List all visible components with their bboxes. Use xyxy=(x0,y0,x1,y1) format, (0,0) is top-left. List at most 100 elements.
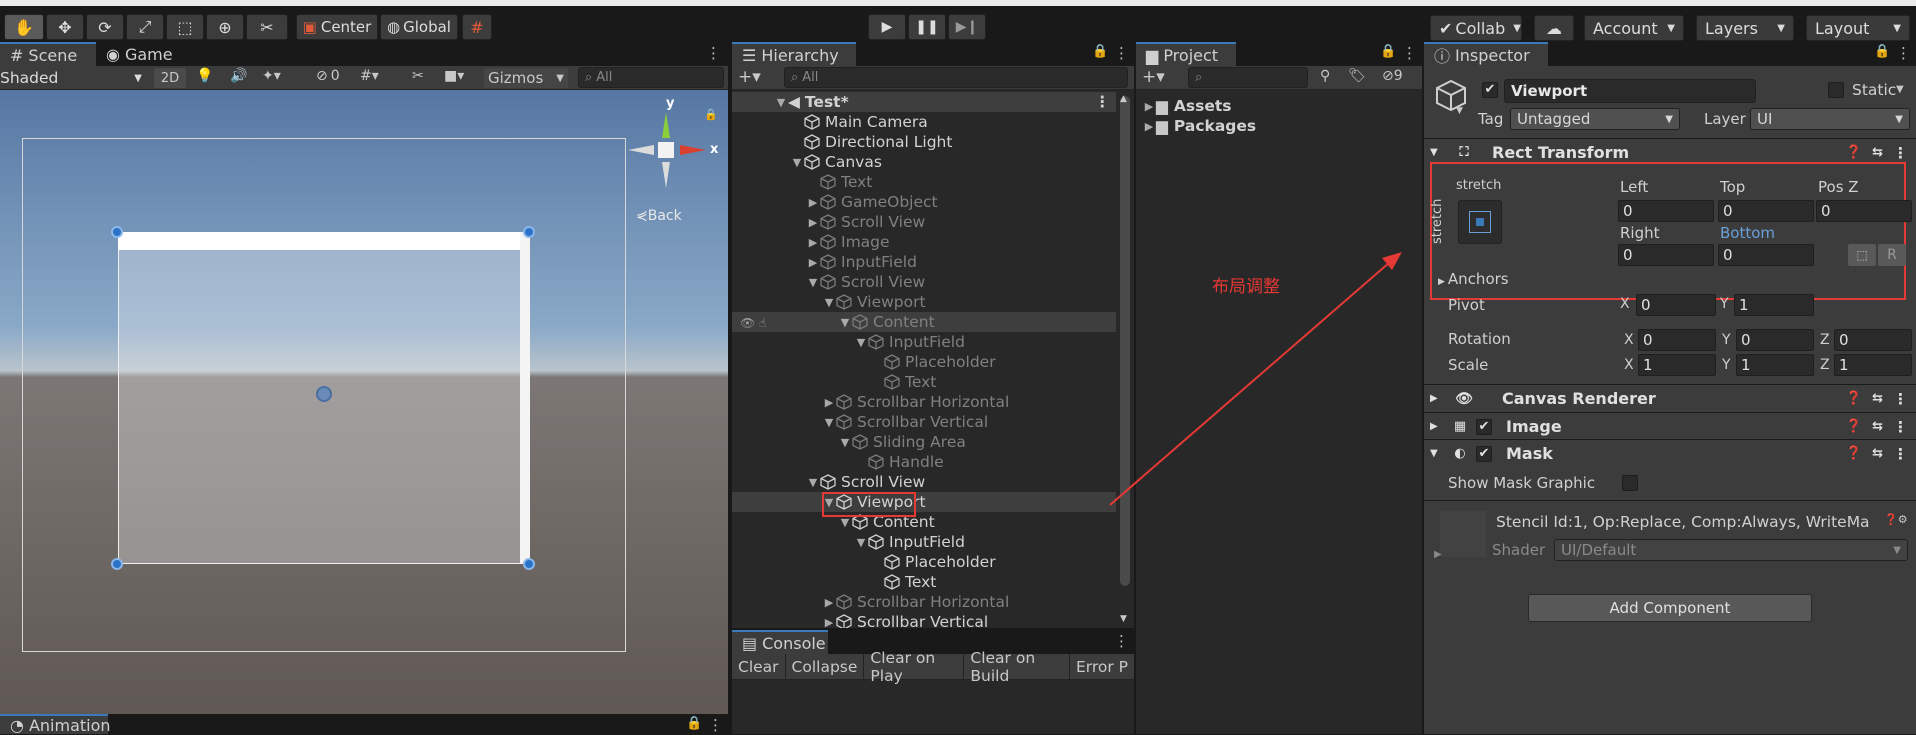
label-icon[interactable]: 🏷 xyxy=(1348,68,1366,84)
chevron-down-icon[interactable]: ▼ xyxy=(1456,106,1463,116)
more-options-icon[interactable]: ⋮ xyxy=(706,44,721,62)
hierarchy-item[interactable]: ▼ Scroll View xyxy=(732,272,1116,292)
hierarchy-item[interactable]: ▼ Canvas xyxy=(732,152,1116,172)
expand-arrow-icon[interactable]: ▼ xyxy=(822,416,836,429)
anchor-handle-top-right[interactable] xyxy=(523,226,535,238)
cloud-button[interactable]: ☁ xyxy=(1534,15,1574,41)
hierarchy-item[interactable]: ▼ Viewport xyxy=(732,292,1116,312)
raw-edit-button[interactable]: R xyxy=(1878,244,1906,266)
tag-dropdown[interactable]: Untagged ▼ xyxy=(1510,108,1680,130)
step-button[interactable]: ▶❙ xyxy=(948,14,986,40)
hierarchy-item[interactable]: Handle xyxy=(732,452,1116,472)
more-options-icon[interactable]: ⋮ xyxy=(1893,418,1908,436)
hierarchy-item[interactable]: Placeholder xyxy=(732,352,1116,372)
lighting-icon[interactable]: 💡 xyxy=(196,68,213,84)
hierarchy-scrollbar[interactable] xyxy=(1120,96,1130,586)
anchors-foldout[interactable]: ▶ Anchors xyxy=(1438,270,1509,288)
custom-tool-icon[interactable]: ✂ xyxy=(246,14,288,40)
clear-button[interactable]: Clear xyxy=(732,654,786,679)
pivot-y-input[interactable]: 1 xyxy=(1734,294,1814,316)
expand-arrow-icon[interactable]: ▼ xyxy=(838,316,852,329)
pause-button[interactable]: ❚❚ xyxy=(908,14,946,40)
add-component-button[interactable]: Add Component xyxy=(1528,594,1812,622)
scale-x-input[interactable]: 1 xyxy=(1638,354,1716,376)
expand-arrow-icon[interactable]: ▼ xyxy=(806,476,820,489)
expand-arrow-icon[interactable]: ▶ xyxy=(806,216,820,229)
audio-icon[interactable]: 🔊 xyxy=(230,68,247,84)
transform-tool-icon[interactable]: ⊕ xyxy=(206,14,244,40)
expand-arrow-icon[interactable]: ▶ xyxy=(806,196,820,209)
pivot-x-input[interactable]: 0 xyxy=(1636,294,1716,316)
preset-icon[interactable]: ⇆ xyxy=(1872,446,1883,461)
help-icon[interactable]: ❓ xyxy=(1846,391,1862,406)
hierarchy-item[interactable]: ▼ Viewport xyxy=(732,492,1116,512)
preset-icon[interactable]: ⇆ xyxy=(1872,391,1883,406)
static-checkbox[interactable] xyxy=(1828,82,1844,98)
draw-mode-dropdown[interactable]: Shaded ▼ xyxy=(0,68,146,88)
expand-arrow-icon[interactable]: ▼ xyxy=(806,276,820,289)
expand-arrow-icon[interactable]: ▶ xyxy=(806,256,820,269)
rect-tool-icon[interactable]: ⬚ xyxy=(166,14,204,40)
grid-snap-icon[interactable]: # xyxy=(462,14,492,40)
canvas-renderer-header[interactable]: ▶ 👁 Canvas Renderer ❓ ⇆ ⋮ xyxy=(1424,384,1916,412)
hierarchy-item[interactable]: Directional Light xyxy=(732,132,1116,152)
hierarchy-item[interactable]: ▼ Content xyxy=(732,512,1116,532)
clear-on-play-button[interactable]: Clear on Play xyxy=(864,649,965,685)
left-input[interactable]: 0 xyxy=(1618,200,1714,222)
rotate-tool-icon[interactable]: ⟳ xyxy=(86,14,124,40)
scene-viewport[interactable]: y x 🔒 ⋞Back xyxy=(0,90,728,714)
hierarchy-item[interactable]: Text xyxy=(732,172,1116,192)
hierarchy-search-input[interactable]: ⌕ All xyxy=(784,67,1128,88)
right-input[interactable]: 0 xyxy=(1618,244,1714,266)
more-options-icon[interactable]: ⋮ xyxy=(1402,44,1417,62)
folder-assets[interactable]: ▶ ▆ Assets xyxy=(1136,96,1422,116)
pivot-handle[interactable] xyxy=(316,386,332,402)
hierarchy-item[interactable]: ▶ Scroll View xyxy=(732,212,1116,232)
visibility-eye-icon[interactable]: 👁 ☝ xyxy=(740,316,766,330)
error-pause-button[interactable]: Error P xyxy=(1070,654,1134,679)
anchor-preset-button[interactable] xyxy=(1458,200,1502,244)
expand-arrow-icon[interactable]: ▶ xyxy=(822,616,836,629)
more-options-icon[interactable]: ⋮ xyxy=(1114,632,1129,650)
project-search-input[interactable]: ⌕ xyxy=(1188,67,1308,88)
hierarchy-item[interactable]: ▶ Scrollbar Vertical xyxy=(732,612,1116,628)
layout-dropdown[interactable]: Layout ▼ xyxy=(1806,15,1910,41)
object-name-input[interactable]: Viewport xyxy=(1504,79,1756,103)
hierarchy-item[interactable]: ▼ InputField xyxy=(732,332,1116,352)
collapse-button[interactable]: Collapse xyxy=(786,654,865,679)
hierarchy-item[interactable]: ▶ GameObject xyxy=(732,192,1116,212)
expand-arrow-icon[interactable]: ▼ xyxy=(838,516,852,529)
lock-icon[interactable]: 🔒 xyxy=(1874,44,1890,59)
collab-dropdown[interactable]: ✔ Collab ▼ xyxy=(1430,15,1522,41)
hierarchy-item[interactable]: ▶ Image xyxy=(732,232,1116,252)
preset-icon[interactable]: ⇆ xyxy=(1872,419,1883,434)
layers-dropdown[interactable]: Layers ▼ xyxy=(1696,15,1794,41)
create-button[interactable]: +▾ xyxy=(738,67,761,87)
space-toggle-button[interactable]: ◍ Global xyxy=(380,14,458,40)
bottom-input[interactable]: 0 xyxy=(1718,244,1814,266)
mask-header[interactable]: ▼ ◐ ✔ Mask ❓ ⇆ ⋮ xyxy=(1424,439,1916,467)
scale-tool-icon[interactable]: ⤢ xyxy=(126,14,164,40)
active-checkbox[interactable]: ✔ xyxy=(1482,82,1498,98)
image-enabled-checkbox[interactable]: ✔ xyxy=(1476,418,1492,435)
expand-arrow-icon[interactable]: ▶ xyxy=(1434,549,1442,560)
scroll-up-icon[interactable]: ▲ xyxy=(1120,94,1127,104)
expand-arrow-icon[interactable]: ▼ xyxy=(790,156,804,169)
2d-toggle-button[interactable]: 2D xyxy=(154,68,186,88)
create-button[interactable]: +▾ xyxy=(1142,67,1165,87)
hierarchy-item[interactable]: ▼ Sliding Area xyxy=(732,432,1116,452)
expand-arrow-icon[interactable]: ▼ xyxy=(854,336,868,349)
camera-icon[interactable]: ■▾ xyxy=(444,68,464,84)
lock-icon[interactable]: 🔒 xyxy=(1092,44,1108,59)
scene-visibility-toggle[interactable]: ⊘ 0 xyxy=(316,68,340,84)
tab-game[interactable]: ◉ Game xyxy=(96,42,176,66)
more-options-icon[interactable]: ⋮ xyxy=(1896,44,1911,62)
more-options-icon[interactable]: ⋮ xyxy=(1893,390,1908,408)
expand-arrow-icon[interactable]: ▼ xyxy=(854,536,868,549)
filter-type-icon[interactable]: ⚲ xyxy=(1320,68,1330,84)
folder-packages[interactable]: ▶ ▆ Packages xyxy=(1136,116,1422,136)
top-input[interactable]: 0 xyxy=(1718,200,1814,222)
effects-icon[interactable]: ✦▾ xyxy=(262,68,281,84)
more-options-icon[interactable]: ⋮ xyxy=(1114,44,1129,62)
clear-on-build-button[interactable]: Clear on Build xyxy=(964,649,1070,685)
